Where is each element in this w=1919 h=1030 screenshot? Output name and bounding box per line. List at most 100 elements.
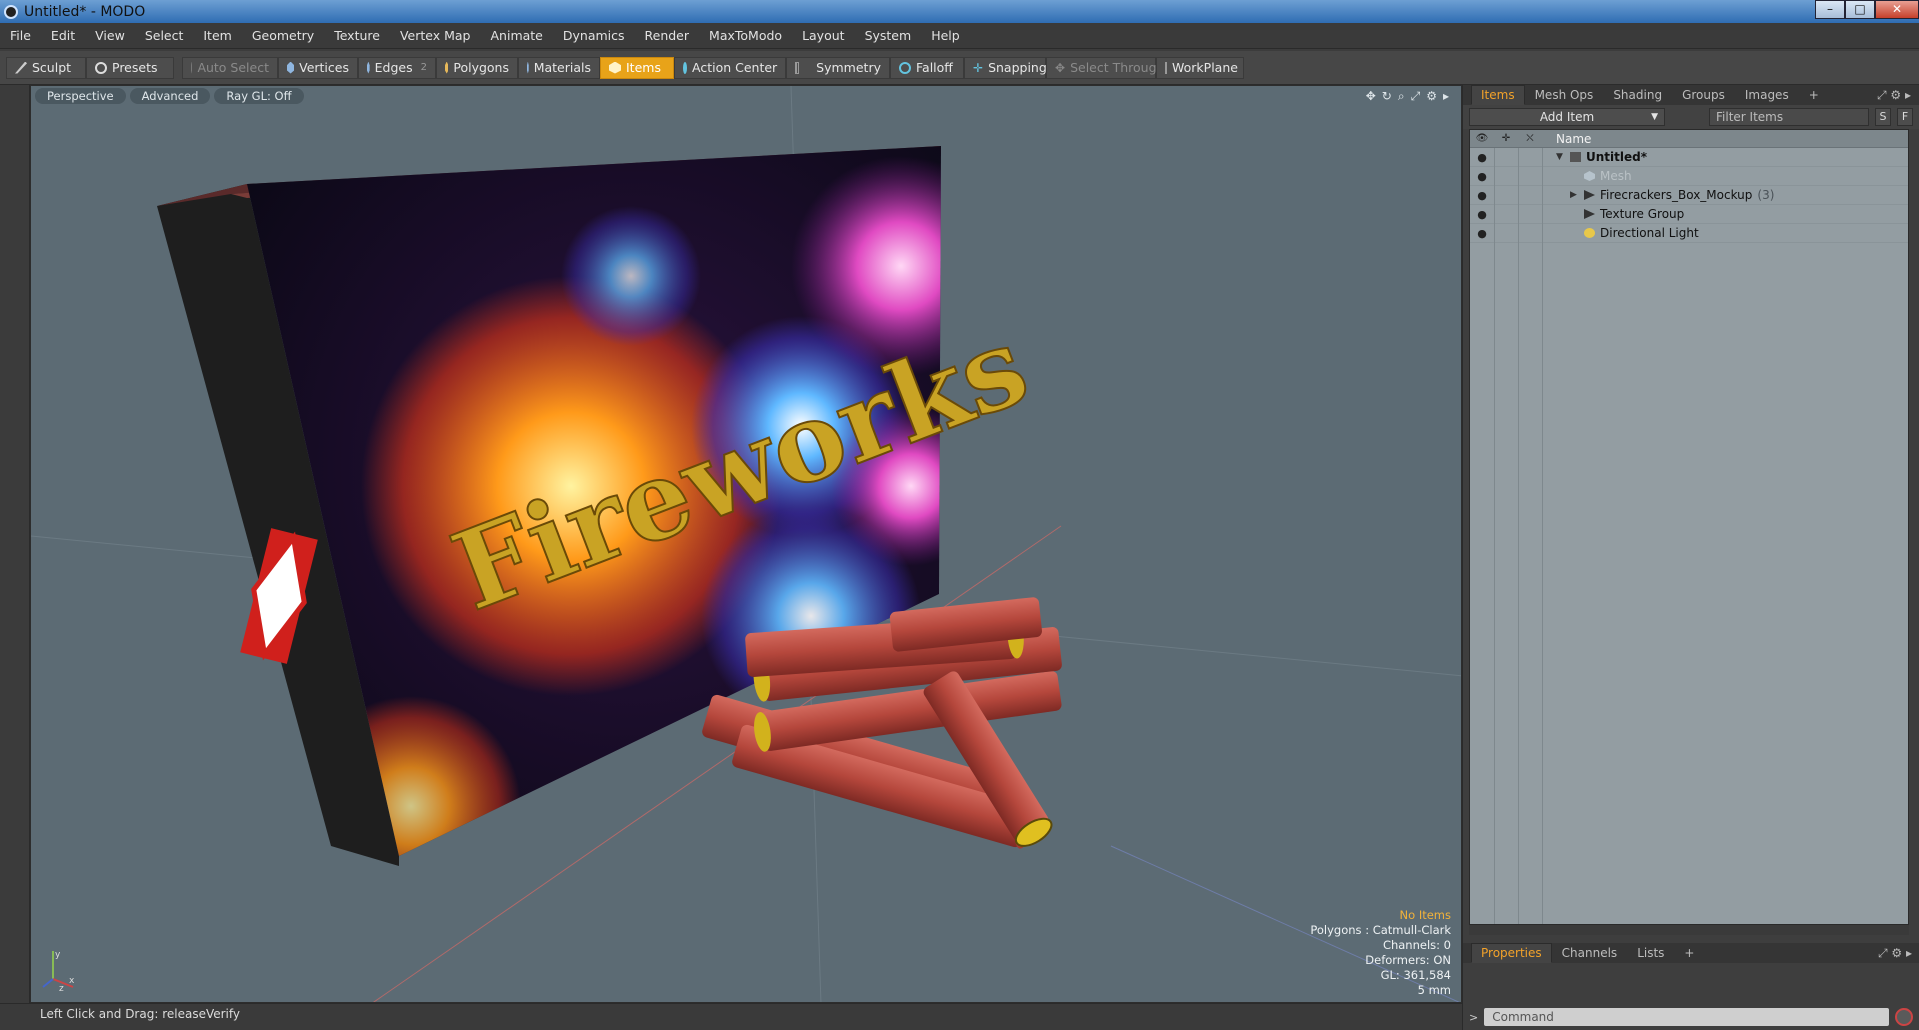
tree-row[interactable]: ● ▶ Firecrackers_Box_Mockup (3) xyxy=(1470,186,1908,205)
raygl-toggle[interactable]: Ray GL: Off xyxy=(214,88,304,104)
tab-lists[interactable]: Lists xyxy=(1627,943,1674,963)
menu-layout[interactable]: Layout xyxy=(792,28,855,43)
viewport-menu-arrow-icon[interactable]: ▸ xyxy=(1443,89,1449,104)
collapse-arrow-icon[interactable]: ▼ xyxy=(1556,152,1570,162)
visibility-eye-icon[interactable]: ● xyxy=(1470,227,1494,240)
sculpt-button[interactable]: Sculpt xyxy=(6,56,86,79)
hud-channels: Channels: 0 xyxy=(1382,938,1451,952)
expand-arrow-icon[interactable]: ▶ xyxy=(1570,190,1584,200)
action-center-label: Action Center xyxy=(692,60,778,75)
edges-button[interactable]: Edges 2 xyxy=(358,56,436,79)
pan-icon[interactable]: ✥ xyxy=(1366,89,1376,104)
zoom-icon[interactable]: ⌕ xyxy=(1398,89,1405,104)
visibility-column-icon[interactable]: 👁 xyxy=(1470,133,1494,144)
fit-icon[interactable]: ⤢ xyxy=(1411,89,1421,104)
command-record-icon[interactable] xyxy=(1895,1008,1913,1026)
hud-selection-status: No Items xyxy=(1399,908,1451,922)
menu-file[interactable]: File xyxy=(0,28,41,43)
add-item-dropdown[interactable]: Add Item ▼ xyxy=(1469,108,1665,126)
menu-maxtomodo[interactable]: MaxToModo xyxy=(699,28,792,43)
filter-items-input[interactable]: Filter Items xyxy=(1709,108,1869,126)
menu-texture[interactable]: Texture xyxy=(324,28,390,43)
close-button[interactable]: ✕ xyxy=(1875,0,1919,19)
menu-animate[interactable]: Animate xyxy=(481,28,553,43)
scene-render: Fireworks xyxy=(31,86,1461,1002)
add-tab-button[interactable]: + xyxy=(1674,943,1704,963)
name-column-header[interactable]: Name xyxy=(1556,132,1591,146)
menu-render[interactable]: Render xyxy=(635,28,700,43)
select-through-icon: ✥ xyxy=(1055,60,1066,75)
panel-options-icon[interactable]: ⤢ ⚙ ▸ xyxy=(1869,88,1919,105)
3d-viewport[interactable]: Perspective Advanced Ray GL: Off ✥ ↻ ⌕ ⤢… xyxy=(30,85,1462,1003)
visibility-eye-icon[interactable]: ● xyxy=(1470,189,1494,202)
command-input[interactable]: Command xyxy=(1484,1008,1889,1026)
perspective-view-tab[interactable]: Perspective xyxy=(35,88,126,104)
visibility-eye-icon[interactable]: ● xyxy=(1470,151,1494,164)
menu-item[interactable]: Item xyxy=(193,28,241,43)
hud-deformers: Deformers: ON xyxy=(1365,953,1451,967)
f-button[interactable]: F xyxy=(1897,108,1913,126)
tree-header: 👁 ✛ ⛌ Name xyxy=(1470,130,1908,148)
visibility-eye-icon[interactable]: ● xyxy=(1470,208,1494,221)
tab-mesh-ops[interactable]: Mesh Ops xyxy=(1525,85,1604,105)
tab-images[interactable]: Images xyxy=(1735,85,1799,105)
tree-row[interactable]: ● ▼ Untitled* xyxy=(1470,148,1908,167)
chevron-down-icon: ▼ xyxy=(1651,112,1658,122)
minimize-button[interactable]: – xyxy=(1815,0,1845,19)
axis-z-label: z xyxy=(59,984,64,991)
tree-row[interactable]: ● Mesh xyxy=(1470,167,1908,186)
add-tab-button[interactable]: + xyxy=(1799,85,1829,105)
symmetry-button[interactable]: Symmetry xyxy=(786,56,890,79)
tree-item-label: Texture Group xyxy=(1600,207,1685,221)
workplane-label: WorkPlane xyxy=(1172,60,1238,75)
menu-select[interactable]: Select xyxy=(135,28,194,43)
symmetry-icon xyxy=(795,61,800,74)
menu-view[interactable]: View xyxy=(85,28,135,43)
polygons-icon xyxy=(445,61,449,74)
items-mode-button[interactable]: Items xyxy=(600,56,674,79)
materials-button[interactable]: Materials xyxy=(518,56,600,79)
menu-edit[interactable]: Edit xyxy=(41,28,85,43)
lock-column-icon[interactable]: ✛ xyxy=(1494,133,1518,144)
presets-button[interactable]: Presets xyxy=(86,56,174,79)
locator-icon xyxy=(1584,190,1595,200)
falloff-button[interactable]: Falloff xyxy=(890,56,964,79)
tab-shading[interactable]: Shading xyxy=(1603,85,1672,105)
tree-row[interactable]: ● Directional Light xyxy=(1470,224,1908,243)
menu-vertex-map[interactable]: Vertex Map xyxy=(390,28,481,43)
visibility-eye-icon[interactable]: ● xyxy=(1470,170,1494,183)
tree-row[interactable]: ● Texture Group xyxy=(1470,205,1908,224)
menu-system[interactable]: System xyxy=(855,28,922,43)
action-center-button[interactable]: Action Center xyxy=(674,56,786,79)
rotate-icon[interactable]: ↻ xyxy=(1382,89,1392,104)
items-mode-label: Items xyxy=(626,60,661,75)
tree-scrollbar[interactable] xyxy=(1469,925,1909,935)
select-through-button[interactable]: ✥ Select Through xyxy=(1046,56,1164,79)
s-button[interactable]: S xyxy=(1875,108,1891,126)
panel-options-icon[interactable]: ⤢ ⚙ ▸ xyxy=(1870,946,1919,963)
menu-geometry[interactable]: Geometry xyxy=(242,28,324,43)
items-panel: Items Mesh Ops Shading Groups Images + ⤢… xyxy=(1462,85,1919,1030)
mesh-icon xyxy=(1584,171,1595,181)
tab-properties[interactable]: Properties xyxy=(1471,943,1552,963)
menu-help[interactable]: Help xyxy=(921,28,970,43)
snapping-button[interactable]: ✛ Snapping xyxy=(964,56,1047,79)
vertices-button[interactable]: Vertices xyxy=(278,56,358,79)
firecracker-pile xyxy=(702,597,1062,849)
tab-items[interactable]: Items xyxy=(1471,85,1525,105)
advanced-shading-tab[interactable]: Advanced xyxy=(129,88,211,104)
polygons-button[interactable]: Polygons xyxy=(436,56,518,79)
menu-dynamics[interactable]: Dynamics xyxy=(553,28,635,43)
items-mode-icon xyxy=(609,61,621,74)
maximize-button[interactable]: □ xyxy=(1845,0,1875,19)
items-panel-tabs: Items Mesh Ops Shading Groups Images + ⤢… xyxy=(1463,85,1919,105)
tab-channels[interactable]: Channels xyxy=(1552,943,1628,963)
viewport-settings-icon[interactable]: ⚙ xyxy=(1426,89,1437,104)
materials-label: Materials xyxy=(533,60,591,75)
falloff-icon xyxy=(899,61,911,74)
render-column-icon[interactable]: ⛌ xyxy=(1518,133,1542,144)
workplane-button[interactable]: WorkPlane xyxy=(1156,56,1244,79)
tab-groups[interactable]: Groups xyxy=(1672,85,1735,105)
modo-window: Untitled* - MODO – □ ✕ File Edit View Se… xyxy=(0,0,1919,1030)
auto-select-button[interactable]: Auto Select xyxy=(182,56,278,79)
